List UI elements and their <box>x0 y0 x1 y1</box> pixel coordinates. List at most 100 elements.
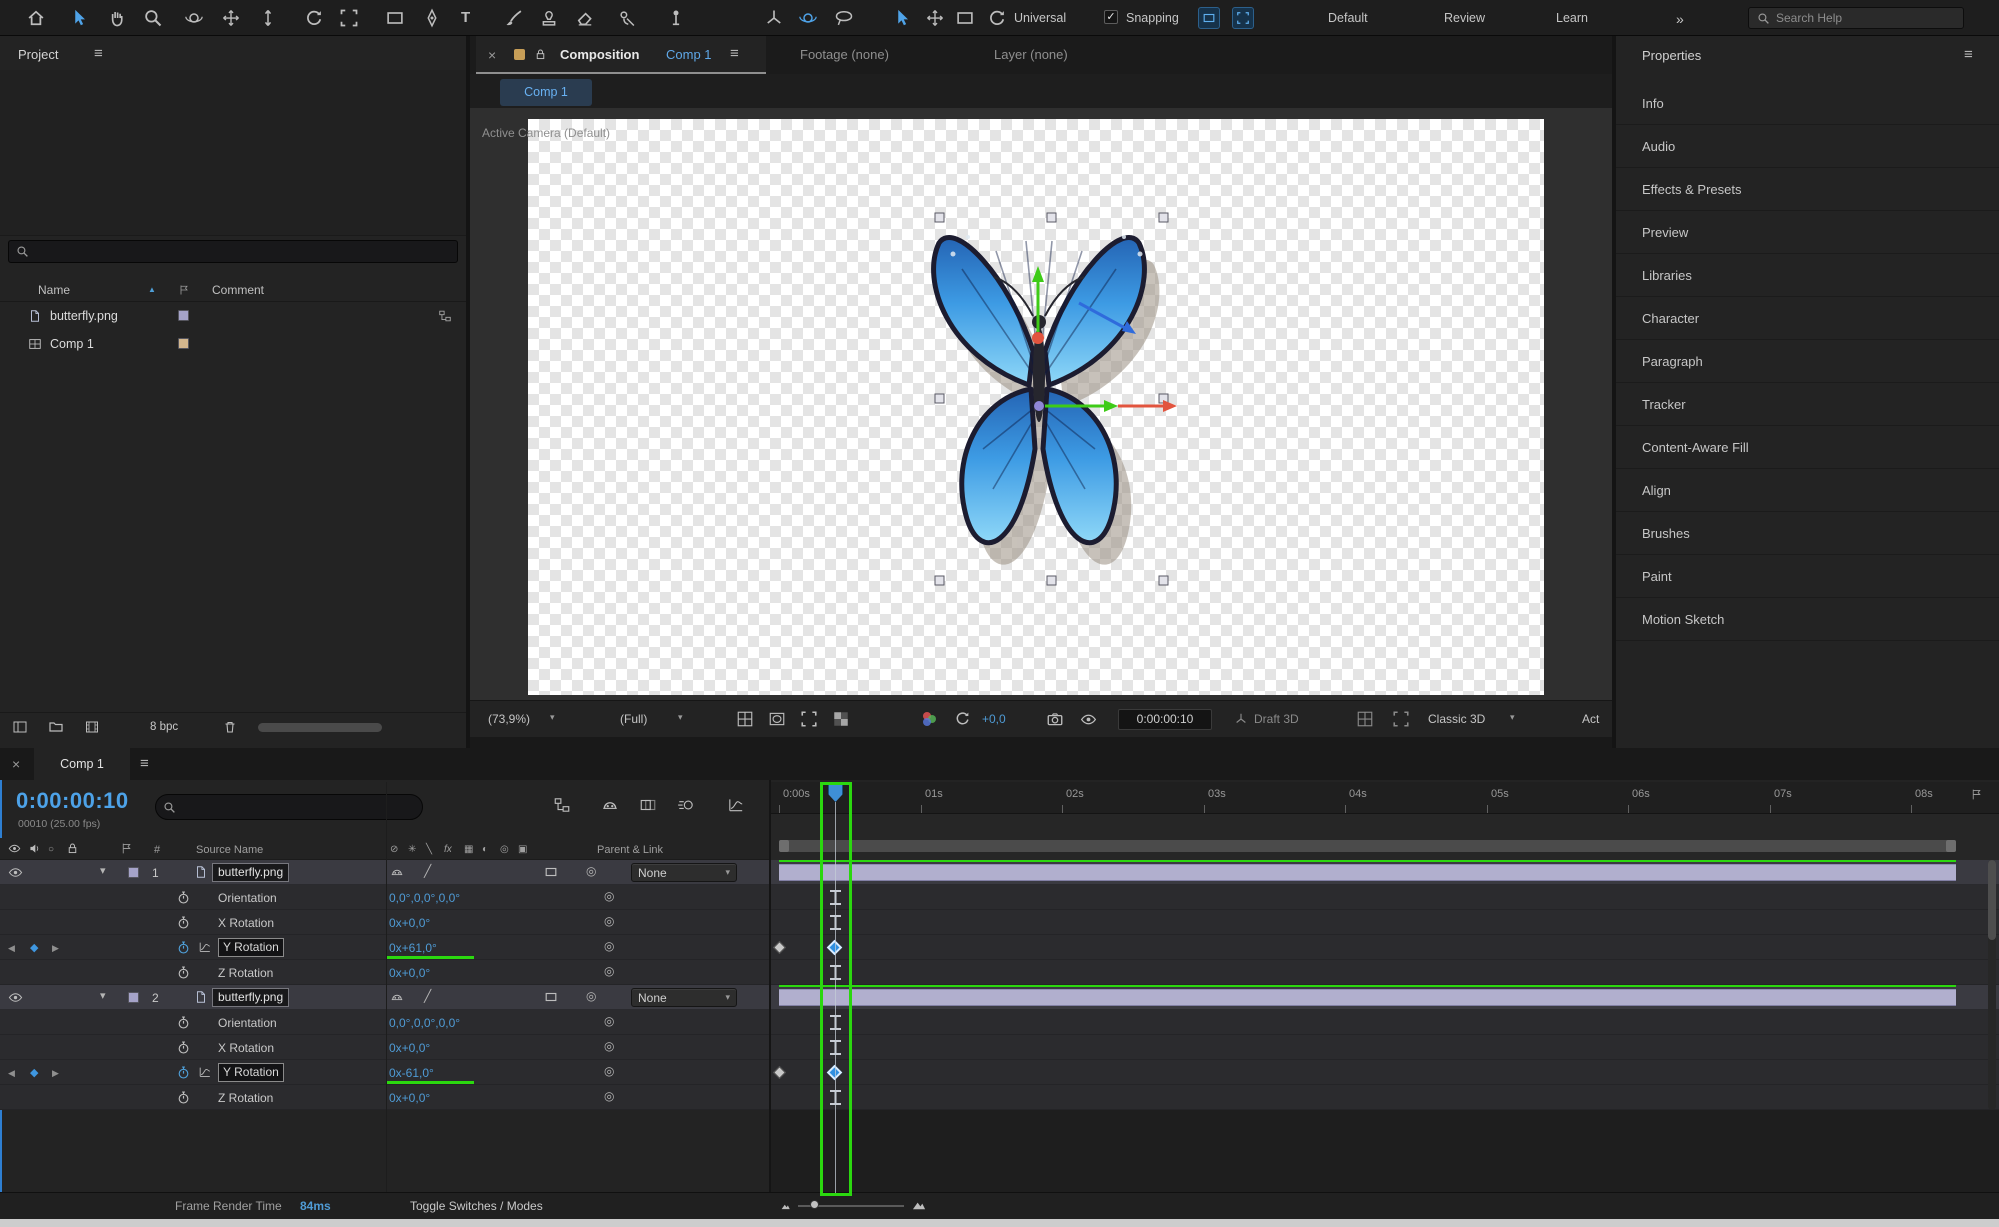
panel-menu-icon[interactable]: ≡ <box>1964 47 1973 62</box>
property-name[interactable]: Orientation <box>218 891 277 905</box>
solo-icon[interactable]: ○ <box>48 844 54 855</box>
prev-keyframe-icon[interactable]: ◀ <box>8 1068 15 1079</box>
layer-row-2[interactable]: ▾ 2 butterfly.png ╱ ◎ None ▾ <box>0 985 1999 1010</box>
current-keyframe-icon[interactable]: ◆ <box>30 1066 38 1079</box>
graph-editor-icon[interactable] <box>727 796 745 814</box>
label-column-icon[interactable] <box>178 284 190 296</box>
switch-3d-icon[interactable]: ▣ <box>518 844 527 855</box>
stopwatch-icon[interactable] <box>176 965 191 980</box>
property-row-y-rotation[interactable]: ◀ ◆ ▶ Y Rotation 0x-61,0° ◎ <box>0 1060 1999 1085</box>
label-column-icon[interactable] <box>120 842 133 855</box>
zoom-in-mountain-icon[interactable] <box>912 1197 927 1212</box>
comp-marker-icon[interactable] <box>1970 788 1983 801</box>
brush-tool-icon[interactable] <box>504 8 524 28</box>
collapse-icon[interactable] <box>544 990 558 1004</box>
property-value[interactable]: 0x+61,0° <box>389 941 437 955</box>
property-value[interactable]: 0x+0,0° <box>389 966 430 980</box>
pick-whip-icon[interactable]: ◎ <box>586 990 596 1002</box>
help-search-input[interactable] <box>1776 11 1955 25</box>
color-depth-button[interactable]: 8 bpc <box>150 721 178 733</box>
show-snapshot-icon[interactable] <box>1080 711 1097 728</box>
work-area-start-handle[interactable] <box>779 840 789 852</box>
shy-icon[interactable] <box>390 865 404 879</box>
panel-item-tracker[interactable]: Tracker <box>1616 383 1999 426</box>
snapping-checkbox[interactable]: ✓ <box>1104 10 1118 24</box>
stopwatch-icon[interactable] <box>176 915 191 930</box>
pick-whip-icon[interactable]: ◎ <box>604 1015 614 1027</box>
lock-icon[interactable] <box>66 842 79 855</box>
project-item-butterfly[interactable]: butterfly.png <box>0 302 466 330</box>
gizmo-x-axis-arrow[interactable] <box>1163 400 1177 412</box>
stopwatch-icon[interactable] <box>176 1090 191 1105</box>
sort-ascending-icon[interactable]: ▲ <box>148 285 156 294</box>
eye-icon[interactable] <box>8 865 23 880</box>
switch-frame-blend-icon[interactable]: ▦ <box>464 844 473 855</box>
transparency-grid-icon[interactable] <box>832 710 850 728</box>
preview-time[interactable]: 0:00:00:10 <box>1118 709 1212 730</box>
quality-icon[interactable]: ╱ <box>424 865 431 877</box>
camera-tool-icon[interactable] <box>339 8 359 28</box>
panel-item-content-aware-fill[interactable]: Content-Aware Fill <box>1616 426 1999 469</box>
hand-tool-icon[interactable] <box>107 8 127 28</box>
layer-name[interactable]: butterfly.png <box>212 863 289 882</box>
viewport[interactable]: Active Camera (Default) <box>470 108 1612 700</box>
tab-footage[interactable]: Footage (none) <box>800 47 889 62</box>
property-name[interactable]: Orientation <box>218 1016 277 1030</box>
camera-select-truncated[interactable]: Act <box>1582 712 1599 726</box>
stopwatch-icon[interactable] <box>176 1015 191 1030</box>
close-icon[interactable]: × <box>12 757 20 771</box>
panel-item-info[interactable]: Info <box>1616 82 1999 125</box>
property-value[interactable]: 0,0°,0,0°,0,0° <box>389 1016 460 1030</box>
gizmo-mode-label[interactable]: Universal <box>1014 11 1066 25</box>
reset-exposure-icon[interactable] <box>954 710 971 727</box>
property-row-x-rotation[interactable]: X Rotation 0x+0,0° ◎ <box>0 910 1999 935</box>
project-search-input[interactable] <box>35 245 450 259</box>
snapshot-icon[interactable] <box>1046 710 1064 728</box>
property-value[interactable]: 0x-61,0° <box>389 1066 434 1080</box>
frame-blend-icon[interactable] <box>639 796 657 814</box>
workspace-learn[interactable]: Learn <box>1556 11 1588 25</box>
tab-label[interactable]: Composition <box>560 47 639 62</box>
view-axis-mode-icon[interactable] <box>834 8 854 28</box>
column-source-name[interactable]: Source Name <box>196 844 263 856</box>
panel-item-effects-presets[interactable]: Effects & Presets <box>1616 168 1999 211</box>
switch-collapse-icon[interactable]: ✳ <box>408 844 416 855</box>
rotation-tool-icon[interactable] <box>304 8 324 28</box>
renderer-select[interactable]: Classic 3D <box>1428 712 1485 726</box>
extended-viewer-icon[interactable] <box>1392 710 1410 728</box>
pick-whip-icon[interactable]: ◎ <box>604 1090 614 1102</box>
property-row-x-rotation[interactable]: X Rotation 0x+0,0° ◎ <box>0 1035 1999 1060</box>
property-value[interactable]: 0x+0,0° <box>389 916 430 930</box>
panel-title[interactable]: Properties <box>1642 48 1701 63</box>
vertical-scrollbar[interactable] <box>1988 860 1996 1110</box>
ground-plane-icon[interactable] <box>1356 710 1374 728</box>
timeline-search[interactable] <box>155 794 423 820</box>
horizontal-scrollbar[interactable] <box>258 723 382 732</box>
composition-view[interactable] <box>528 119 1544 695</box>
property-value[interactable]: 0x+0,0° <box>389 1091 430 1105</box>
workspace-overflow-icon[interactable]: » <box>1676 11 1684 27</box>
pan-camera-tool-icon[interactable] <box>221 8 241 28</box>
panel-item-align[interactable]: Align <box>1616 469 1999 512</box>
current-time-display[interactable]: 0:00:00:10 <box>16 788 129 814</box>
magnification-select[interactable]: (73,9%) <box>488 712 530 726</box>
label-color-swatch[interactable] <box>128 992 139 1003</box>
pick-whip-icon[interactable]: ◎ <box>604 940 614 952</box>
column-parent-link[interactable]: Parent & Link <box>597 844 663 856</box>
parent-link-select[interactable]: None ▾ <box>631 988 737 1007</box>
collapse-icon[interactable] <box>544 865 558 879</box>
panel-item-preview[interactable]: Preview <box>1616 211 1999 254</box>
column-name[interactable]: Name <box>38 283 70 297</box>
work-area-bar[interactable] <box>779 840 1956 852</box>
tab-layer[interactable]: Layer (none) <box>994 47 1068 62</box>
timeline-empty-area[interactable] <box>771 1110 1999 1192</box>
resolution-select[interactable]: (Full) <box>620 712 647 726</box>
timeline-search-input[interactable] <box>182 800 415 814</box>
draft-3d-icon[interactable] <box>1234 712 1248 726</box>
column-divider[interactable] <box>386 782 387 1192</box>
type-tool-icon[interactable]: T <box>461 9 470 26</box>
switch-motion-blur-icon[interactable]: ◐ <box>482 844 488 855</box>
work-area-end-handle[interactable] <box>1946 840 1956 852</box>
time-ruler[interactable]: 0:00s 01s 02s 03s 04s 05s 06s 07s 08s <box>771 782 1999 814</box>
eye-icon[interactable] <box>8 990 23 1005</box>
